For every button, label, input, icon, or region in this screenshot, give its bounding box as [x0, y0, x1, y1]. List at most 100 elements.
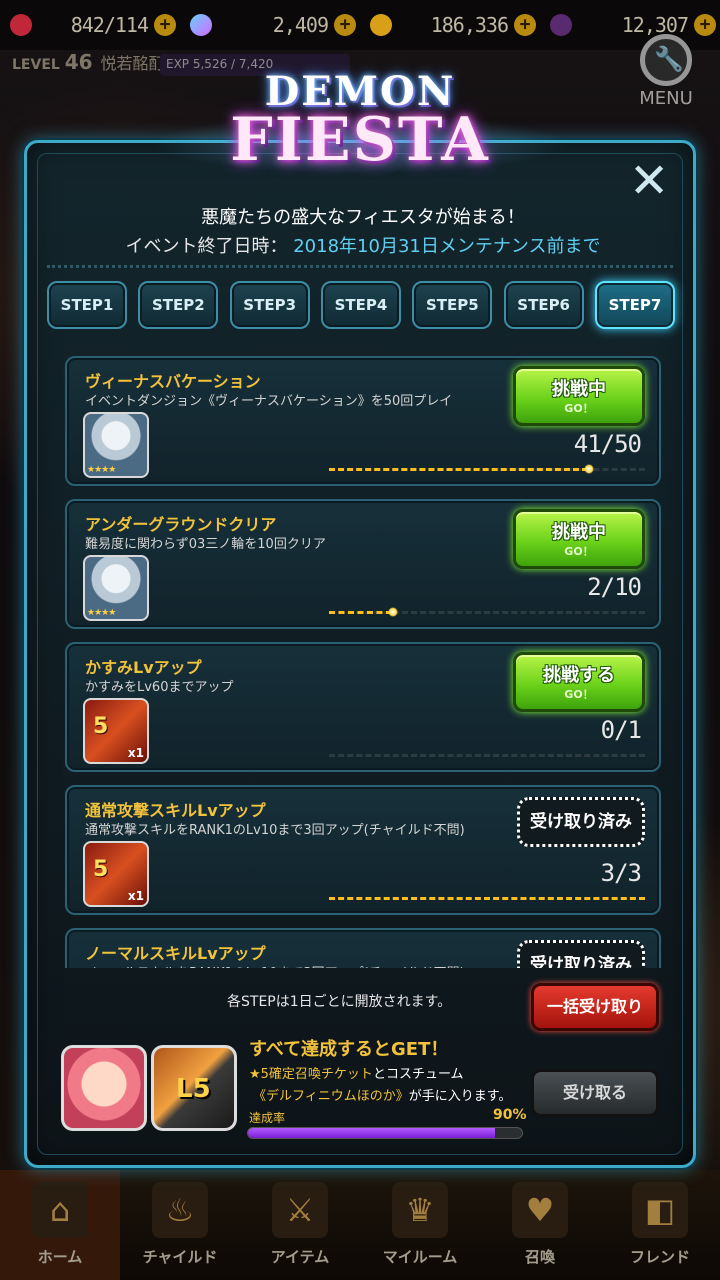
mission-card: 通常攻撃スキルLvアップ通常攻撃スキルをRANK1のLv10まで3回アップ(チャ… [65, 785, 661, 915]
nav-label: フレンド [629, 1248, 690, 1266]
stamina-resource: 842/114 + [0, 13, 180, 37]
mission-card: ヴィーナスバケーションイベントダンジョン《ヴィーナスバケーション》を50回プレイ… [65, 356, 661, 486]
mission-title: かすみLvアップ [85, 658, 202, 677]
challenge-button-label: 挑戦する [543, 665, 615, 686]
nav-item-item[interactable]: ⚔ アイテム [240, 1170, 360, 1280]
close-button[interactable]: ✕ [629, 157, 669, 205]
nav-item-summon[interactable]: ♥ 召喚 [480, 1170, 600, 1280]
completion-rate-value: 90% [493, 1107, 527, 1123]
add-points-button[interactable]: + [694, 14, 716, 36]
tab-step1[interactable]: STEP1 [47, 281, 127, 329]
tab-step7[interactable]: STEP7 [594, 281, 675, 329]
level-value: 46 [64, 50, 93, 74]
mission-card: ノーマルスキルLvアップノーマルスキルをRANK1のLv10まで3回アップ(チャ… [65, 928, 661, 968]
reward-description-2: 《デルフィニウムほのか》が手に入ります。 [253, 1089, 512, 1104]
level-label: LEVEL [12, 57, 60, 73]
friend-icon: ◧ [632, 1182, 688, 1238]
quantity-label: x1 [127, 746, 144, 760]
mission-progress-count: 3/3 [600, 859, 642, 887]
tab-step6[interactable]: STEP6 [503, 281, 584, 329]
nav-item-child[interactable]: ♨ チャイルド [120, 1170, 240, 1280]
claimed-badge: 受け取り済み [517, 940, 645, 968]
nav-label: アイテム [270, 1248, 330, 1266]
summon-ticket-icon: 5 x1 [83, 841, 149, 907]
costume-reward-image [61, 1045, 147, 1131]
summon-icon: ♥ [512, 1182, 568, 1238]
gem-resource: 2,409 + [180, 13, 360, 37]
quantity-label: x1 [127, 889, 144, 903]
claimed-badge: 受け取り済み [517, 797, 645, 847]
complete-reward-title: すべて達成するとGET！ [249, 1039, 449, 1060]
summon-ticket-icon: 5 x1 [83, 698, 149, 764]
gold-resource: 186,336 + [360, 13, 540, 37]
reward-description-1: ★5確定召喚チケットとコスチューム [249, 1067, 464, 1082]
heart-icon [10, 14, 32, 36]
gem-icon [190, 14, 212, 36]
challenge-button[interactable]: 挑戦中 GO！ [513, 509, 645, 569]
mission-description: 難易度に関わらず03三ノ輪を10回クリア [85, 537, 326, 552]
nav-item-room[interactable]: ♛ マイルーム [360, 1170, 480, 1280]
completion-rate-fill [248, 1128, 495, 1138]
challenge-button-label: 挑戦中 [552, 522, 606, 543]
mission-description: かすみをLv60までアップ [85, 680, 234, 695]
tab-step3[interactable]: STEP3 [229, 281, 310, 329]
event-end-date: イベント終了日時： 2018年10月31日メンテナンス前まで [27, 232, 699, 258]
player-level: LEVEL 46 悦若酩酊 [12, 50, 165, 74]
ticket-reward-label: L5 [176, 1074, 211, 1104]
tab-step4[interactable]: STEP4 [320, 281, 401, 329]
mission-list[interactable]: ヴィーナスバケーションイベントダンジョン《ヴィーナスバケーション》を50回プレイ… [65, 356, 661, 968]
nav-item-friend[interactable]: ◧ フレンド [600, 1170, 720, 1280]
mission-description: 通常攻撃スキルをRANK1のLv10まで3回アップ(チャイルド不問) [85, 823, 465, 838]
mission-title: 通常攻撃スキルLvアップ [85, 801, 266, 820]
event-subtitle: 悪魔たちの盛大なフィエスタが始まる！ [201, 207, 525, 228]
character-portrait-icon: ★★★★ [83, 412, 149, 478]
challenge-button-label: 挑戦中 [552, 379, 606, 400]
receive-button[interactable]: 受け取る [531, 1069, 659, 1117]
mission-progress-fill [329, 897, 645, 903]
ticket-five-label: 5 [93, 714, 109, 739]
challenge-button-sub: GO！ [564, 402, 594, 415]
bulk-receive-button[interactable]: 一括受け取り [531, 983, 659, 1031]
mission-description: イベントダンジョン《ヴィーナスバケーション》を50回プレイ [85, 394, 453, 409]
add-gem-button[interactable]: + [334, 14, 356, 36]
resource-bar: 842/114 + 2,409 + 186,336 + 12,307 + [0, 0, 720, 50]
challenge-button[interactable]: 挑戦中 GO！ [513, 366, 645, 426]
menu-button[interactable]: MENU [628, 34, 704, 114]
home-icon: ⌂ [32, 1182, 88, 1238]
completion-rate-bar [247, 1127, 523, 1139]
room-icon: ♛ [392, 1182, 448, 1238]
nav-label: チャイルド [142, 1248, 218, 1266]
demon-icon [550, 14, 572, 36]
rarity-stars: ★★★★ [87, 608, 116, 618]
tab-step5[interactable]: STEP5 [412, 281, 493, 329]
tab-step2[interactable]: STEP2 [138, 281, 219, 329]
end-date-value: 2018年10月31日メンテナンス前まで [293, 236, 601, 257]
mission-progress-fill [329, 464, 594, 474]
nav-item-home[interactable]: ⌂ ホーム [0, 1170, 120, 1280]
challenge-button[interactable]: 挑戦する GO！ [513, 652, 645, 712]
nav-label: マイルーム [382, 1248, 458, 1266]
step-tabs: STEP1 STEP2 STEP3 STEP4 STEP5 STEP6 STEP7 [47, 281, 675, 329]
event-logo: DEMON FIESTA [150, 54, 570, 194]
mission-progress-count: 2/10 [587, 573, 642, 601]
mission-title: ヴィーナスバケーション [85, 372, 261, 391]
challenge-button-sub: GO！ [564, 545, 594, 558]
mission-card: アンダーグラウンドクリア難易度に関わらず03三ノ輪を10回クリア ★★★★ 挑戦中 G… [65, 499, 661, 629]
stamina-value: 842/114 [70, 13, 149, 37]
divider [47, 265, 673, 268]
add-gold-button[interactable]: + [514, 14, 536, 36]
coin-icon [370, 14, 392, 36]
nav-label: ホーム [37, 1248, 83, 1266]
rarity-stars: ★★★★ [87, 465, 116, 475]
ticket-reward-image: L5 [151, 1045, 237, 1131]
end-date-label: イベント終了日時： [125, 236, 288, 257]
item-icon: ⚔ [272, 1182, 328, 1238]
mission-title: アンダーグラウンドクリア [85, 515, 277, 534]
mission-progress-track [329, 754, 645, 760]
add-stamina-button[interactable]: + [154, 14, 176, 36]
event-panel: ✕ 悪魔たちの盛大なフィエスタが始まる！ イベント終了日時： 2018年10月3… [24, 140, 696, 1168]
character-portrait-icon: ★★★★ [83, 555, 149, 621]
ticket-five-label: 5 [93, 857, 109, 882]
completion-rate-label: 達成率 [249, 1111, 286, 1125]
challenge-button-sub: GO！ [564, 688, 594, 701]
